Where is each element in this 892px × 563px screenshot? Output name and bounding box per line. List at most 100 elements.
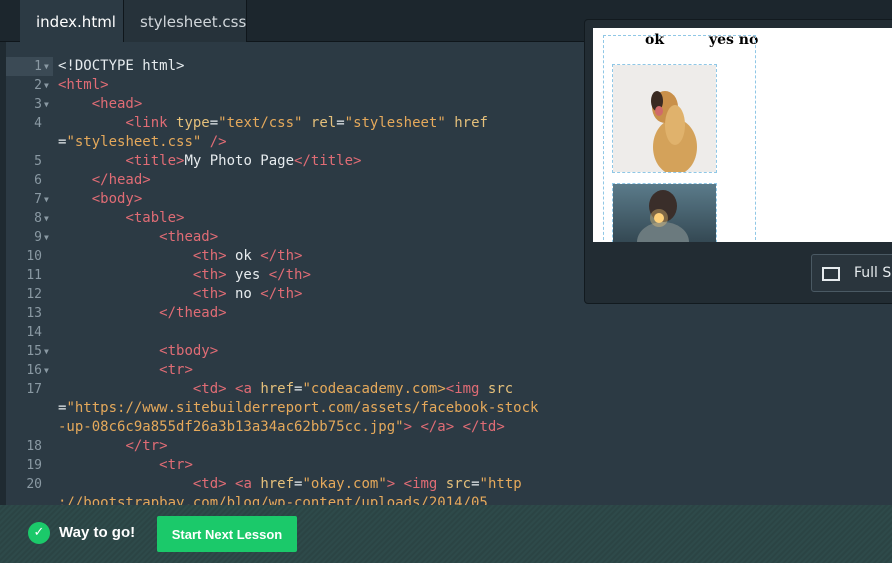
code-token: <head> — [91, 96, 143, 112]
preview-cell-sparkler-photo[interactable] — [612, 183, 717, 242]
code-text: <tr> — [58, 456, 193, 475]
fold-arrow-icon[interactable]: ▼ — [44, 228, 49, 247]
code-token: /> — [209, 134, 227, 150]
code-token: "okay.com" — [302, 476, 387, 492]
code-token: </a> — [420, 419, 455, 435]
code-token: yes — [226, 267, 269, 283]
line-number: 11 — [26, 268, 42, 283]
code-token: type — [176, 115, 210, 131]
code-token: "stylesheet" — [344, 115, 446, 131]
code-token: <link — [125, 115, 177, 131]
code-text: <table> — [58, 209, 184, 228]
code-text: <th> yes </th> — [58, 266, 311, 285]
code-token: <tbody> — [159, 343, 219, 359]
line-number: 16 — [26, 363, 42, 378]
fold-arrow-icon[interactable]: ▼ — [44, 342, 49, 361]
code-text: <title>My Photo Page</title> — [58, 152, 361, 171]
preview-cell-dog-photo[interactable] — [612, 64, 717, 173]
code-text: <!DOCTYPE html> — [58, 57, 184, 76]
codecademy-lesson-workspace: index.html stylesheet.css 1 ▼ <!DOCTYPE ht… — [0, 0, 892, 563]
code-text: <link type="text/css" rel="stylesheet" h… — [58, 114, 488, 133]
code-token: <html> — [58, 77, 109, 93]
code-token: href — [260, 381, 295, 397]
fold-arrow-icon[interactable]: ▼ — [44, 361, 49, 380]
code-token: <a — [235, 381, 261, 397]
start-next-lesson-button[interactable]: Start Next Lesson — [157, 516, 297, 552]
fullscreen-button[interactable]: Full Sc — [811, 254, 892, 292]
line-number: 20 — [26, 477, 42, 492]
line-number: 9 — [34, 230, 42, 245]
code-token: src — [487, 381, 514, 397]
code-token: "https://www.sitebuilderreport.com/asset… — [66, 400, 539, 416]
code-text: <html> — [58, 76, 109, 95]
line-number: 19 — [26, 458, 42, 473]
line-number: 7 — [34, 192, 42, 207]
fold-arrow-icon[interactable]: ▼ — [44, 76, 49, 95]
success-check-icon: ✓ — [28, 522, 50, 544]
code-text: <td> <a href="okay.com"> <img src="http — [58, 475, 522, 494]
fold-arrow-icon[interactable]: ▼ — [44, 95, 49, 114]
line-number: 8 — [34, 211, 42, 226]
code-token: href — [260, 476, 295, 492]
code-token: <tr> — [159, 362, 193, 378]
code-token: > — [386, 476, 396, 492]
code-token: </th> — [260, 248, 303, 264]
line-number: 1 — [34, 59, 42, 74]
fold-arrow-icon[interactable]: ▼ — [44, 209, 49, 228]
code-token: = — [471, 476, 480, 492]
code-text: ="https://www.sitebuilderreport.com/asse… — [58, 399, 538, 418]
tab-index-html[interactable]: index.html — [20, 0, 124, 42]
code-token: </td> — [462, 419, 505, 435]
code-token: -up-08c6c9a855df26a3b13a34ac62bb75cc.jpg… — [58, 419, 404, 435]
line-number: 18 — [26, 439, 42, 454]
code-token: <th> — [192, 267, 227, 283]
code-text: <td> <a href="codeacademy.com><img src — [58, 380, 513, 399]
dog-photo-image — [613, 65, 716, 172]
code-token: <body> — [91, 191, 143, 207]
preview-table — [603, 35, 756, 242]
line-number: 10 — [26, 249, 42, 264]
code-text: -up-08c6c9a855df26a3b13a34ac62bb75cc.jpg… — [58, 418, 505, 437]
code-text: </tr> — [58, 437, 167, 456]
code-token: <!DOCTYPE html> — [58, 58, 185, 74]
fold-arrow-icon[interactable]: ▼ — [44, 190, 49, 209]
code-token: <img — [445, 381, 488, 397]
code-text: <tbody> — [58, 342, 218, 361]
preview-page: ok yes no — [593, 28, 892, 242]
line-number: 13 — [26, 306, 42, 321]
code-token: </thead> — [159, 305, 227, 321]
code-text: <th> ok </th> — [58, 247, 303, 266]
sparkler-photo-image — [613, 184, 716, 242]
line-number: 4 — [34, 116, 42, 131]
lesson-status-bar: ✓ Way to go! Start Next Lesson — [0, 505, 892, 563]
code-token: src — [445, 476, 472, 492]
status-message: Way to go! — [59, 524, 136, 541]
code-token: "stylesheet.css" — [66, 134, 202, 150]
code-token: <img — [403, 476, 446, 492]
code-token: <tr> — [159, 457, 193, 473]
code-token: </title> — [294, 153, 362, 169]
code-token: <th> — [192, 248, 227, 264]
code-text: ="stylesheet.css" /> — [58, 133, 227, 152]
line-number: 5 — [34, 154, 42, 169]
code-text: <body> — [58, 190, 143, 209]
tab-stylesheet-css[interactable]: stylesheet.css — [124, 0, 247, 42]
line-number: 14 — [26, 325, 42, 340]
code-token: </th> — [260, 286, 303, 302]
code-token: ok — [226, 248, 261, 264]
fold-arrow-icon[interactable]: ▼ — [44, 57, 49, 76]
line-number: 12 — [26, 287, 42, 302]
code-token: <title> — [125, 153, 185, 169]
